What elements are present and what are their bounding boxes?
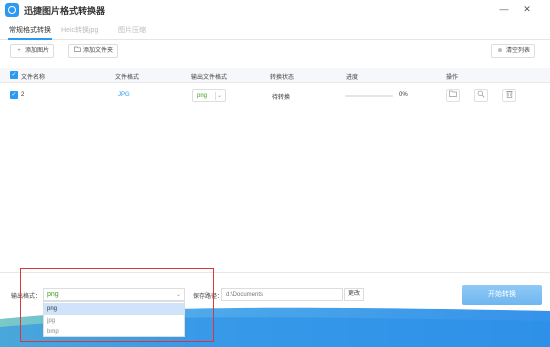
plus-icon: + [17,48,21,54]
add-folder-label: 添加文件夹 [83,48,114,54]
save-path-label: 保存路径： [193,294,224,300]
file-format: JPG [118,92,130,98]
app-logo-icon [5,3,19,17]
start-convert-button[interactable]: 开始转换 [462,285,542,305]
select-all-checkbox[interactable]: ✓ [10,71,18,79]
output-format-value: png [197,93,208,99]
chevron-down-icon: ⌄ [175,292,181,298]
clear-circle-icon: ⊗ [497,48,503,54]
file-name: 2 [21,92,25,98]
save-path-field[interactable]: d:\Documents [221,288,343,301]
output-format-select[interactable]: png ⌄ [192,89,226,102]
tab-heic-to-jpg[interactable]: Heic转换jpg [61,25,98,35]
change-path-button[interactable]: 更改 [344,288,364,301]
search-icon [477,90,485,98]
clear-list-button[interactable]: ⊗ 清空列表 [491,44,536,58]
column-header-actions: 操作 [446,75,459,81]
column-header-format: 文件格式 [115,75,140,81]
table-header: ✓ 文件名称 文件格式 输出文件格式 转换状态 进度 操作 [0,68,550,83]
progress-text: 0% [399,92,408,98]
title-bar: 迅捷图片格式转换器 — ✕ [0,0,550,20]
tab-image-compress[interactable]: 图片压缩 [118,25,146,35]
output-format-options: png jpg bmp [43,301,185,337]
minimize-button[interactable]: — [496,2,512,16]
output-format-current: png [47,291,59,298]
option-png[interactable]: png [44,303,184,315]
app-title: 迅捷图片格式转换器 [24,6,106,16]
output-format-label: 输出格式： [11,294,42,300]
preview-button[interactable] [474,89,488,102]
column-header-progress: 进度 [346,75,359,81]
active-tab-indicator [8,38,52,40]
trash-icon [505,91,513,98]
add-folder-button[interactable]: 添加文件夹 [68,44,119,58]
add-image-label: 添加图片 [25,48,50,54]
column-header-status: 转换状态 [270,75,295,81]
row-checkbox[interactable]: ✓ [10,91,18,99]
save-path-value: d:\Documents [226,292,264,298]
chevron-down-icon: ⌄ [216,93,222,99]
table-row: ✓ 2 JPG png ⌄ 待转换 0% [0,85,550,107]
delete-button[interactable] [502,89,516,102]
close-button[interactable]: ✕ [519,2,535,16]
clear-list-label: 清空列表 [506,48,531,54]
option-bmp[interactable]: bmp [44,326,184,338]
column-header-filename: 文件名称 [21,75,46,81]
progress-bar [345,95,393,97]
tab-bar: 常规格式转换 Heic转换jpg 图片压缩 [0,22,550,40]
open-folder-button[interactable] [446,89,460,102]
conversion-status: 待转换 [272,95,291,101]
column-header-output-format: 输出文件格式 [191,75,228,81]
add-image-button[interactable]: + 添加图片 [10,44,55,58]
divider [0,272,550,273]
tab-format-convert[interactable]: 常规格式转换 [9,25,51,35]
folder-icon [449,90,457,97]
folder-icon [73,45,81,57]
output-format-dropdown[interactable]: png ⌄ [43,288,185,301]
